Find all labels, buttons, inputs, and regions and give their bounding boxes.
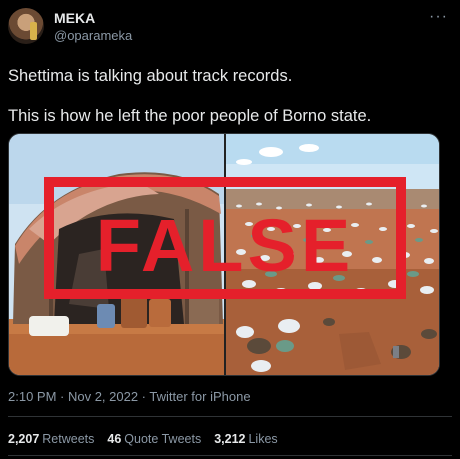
quotes-label: Quote Tweets <box>124 432 202 446</box>
quote-tweets-stat[interactable]: 46 Quote Tweets <box>107 432 201 446</box>
false-stamp-label: FALSE <box>96 204 354 287</box>
likes-count: 3,212 <box>214 432 246 446</box>
tweet-text-line-1: Shettima is talking about track records. <box>8 67 293 85</box>
tweet-media[interactable]: FALSE <box>8 133 440 376</box>
divider <box>8 455 452 456</box>
quotes-count: 46 <box>107 432 122 446</box>
tweet-timestamp[interactable]: 2:10 PM · Nov 2, 2022 · Twitter for iPho… <box>8 389 251 404</box>
retweets-count: 2,207 <box>8 432 40 446</box>
tweet-text: Shettima is talking about track records.… <box>8 66 452 126</box>
tweet-text-line-2: This is how he left the poor people of B… <box>8 107 372 125</box>
retweets-label: Retweets <box>42 432 95 446</box>
divider <box>8 416 452 417</box>
more-options-icon[interactable]: ··· <box>429 8 448 26</box>
tweet-header: MEKA @oparameka ··· <box>8 8 452 48</box>
retweets-stat[interactable]: 2,207 Retweets <box>8 432 94 446</box>
likes-label: Likes <box>248 432 278 446</box>
likes-stat[interactable]: 3,212 Likes <box>214 432 277 446</box>
author-name[interactable]: MEKA <box>54 10 95 26</box>
avatar[interactable] <box>8 8 44 44</box>
media-image: FALSE <box>9 134 439 375</box>
engagement-stats: 2,207 Retweets 46 Quote Tweets 3,212 Likes <box>8 432 278 446</box>
author-handle[interactable]: @oparameka <box>54 28 132 43</box>
